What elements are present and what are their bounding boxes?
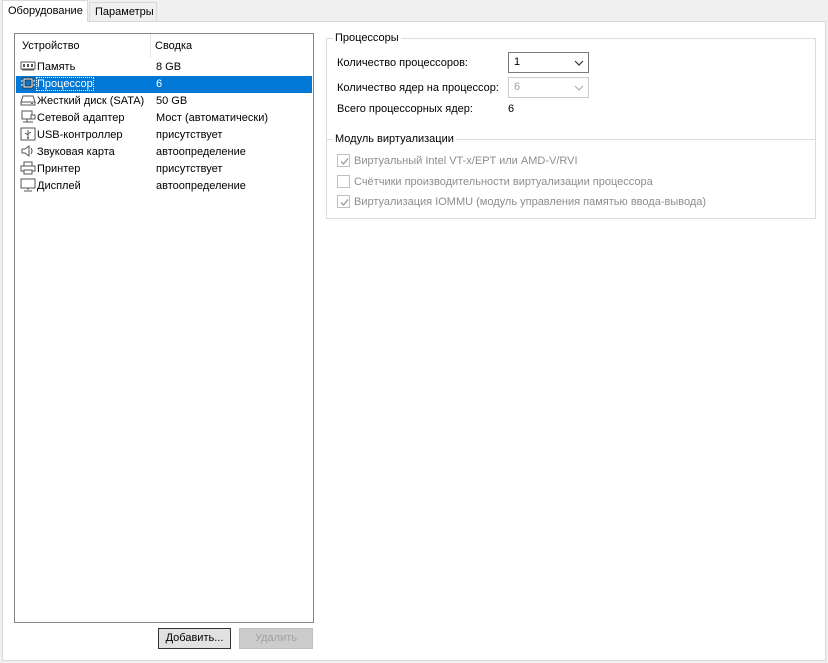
device-row-network-adapter[interactable]: Сетевой адаптер Мост (автоматически) <box>16 110 312 127</box>
device-cell: USB-контроллер <box>20 127 123 144</box>
cores-per-processor-value: 6 <box>514 81 521 93</box>
num-processors-select[interactable]: 1 <box>508 52 589 73</box>
device-list[interactable]: Устройство Сводка Память 8 GB Процессор … <box>14 33 314 623</box>
column-header-device[interactable]: Устройство <box>22 40 80 52</box>
tab-hardware[interactable]: Оборудование <box>2 0 88 22</box>
hard-disk-icon <box>20 93 36 107</box>
total-cores-label: Всего процессорных ядер: <box>337 103 473 115</box>
device-name: Принтер <box>37 163 81 175</box>
device-summary: автоопределение <box>156 146 246 158</box>
device-cell: Жесткий диск (SATA) <box>20 93 144 110</box>
device-row-memory[interactable]: Память 8 GB <box>16 59 312 76</box>
num-processors-value: 1 <box>514 56 521 68</box>
checkbox-unchecked-icon <box>337 175 350 188</box>
checkbox-checked-icon <box>337 195 350 208</box>
device-row-usb-controller[interactable]: USB-контроллер присутствует <box>16 127 312 144</box>
chevron-down-icon <box>574 82 584 94</box>
processors-group: Процессоры Количество процессоров: 1 Кол… <box>326 32 816 147</box>
device-list-header: Устройство Сводка <box>15 34 313 58</box>
cores-per-processor-select[interactable]: 6 <box>508 77 589 98</box>
device-cell: Память <box>20 59 75 76</box>
tab-options[interactable]: Параметры <box>89 2 157 21</box>
memory-icon <box>20 59 36 73</box>
perf-counters-checkbox[interactable]: Счётчики производительности виртуализаци… <box>337 175 653 189</box>
chevron-down-icon <box>574 57 584 69</box>
monitor-icon <box>20 178 36 192</box>
cores-per-processor-label: Количество ядер на процессор: <box>337 82 499 94</box>
virtualization-group: Модуль виртуализации Виртуальный Intel V… <box>326 133 816 219</box>
device-cell: Дисплей <box>20 178 81 195</box>
printer-icon <box>20 161 36 175</box>
num-processors-label: Количество процессоров: <box>337 57 468 69</box>
checkbox-checked-icon <box>337 154 350 167</box>
device-summary: 8 GB <box>156 61 182 73</box>
total-cores-value: 6 <box>508 103 515 115</box>
device-summary: 6 <box>156 76 163 93</box>
device-cell: Принтер <box>20 161 80 178</box>
device-name: Процессор <box>36 77 94 91</box>
add-device-button[interactable]: Добавить... <box>158 628 231 649</box>
device-summary: 50 GB <box>156 95 188 107</box>
device-summary: присутствует <box>156 129 223 141</box>
column-header-summary[interactable]: Сводка <box>155 40 192 52</box>
remove-device-button[interactable]: Удалить <box>239 628 313 649</box>
device-name: Сетевой адаптер <box>37 112 125 124</box>
device-summary: Мост (автоматически) <box>156 112 269 124</box>
device-row-processor[interactable]: Процессор 6 <box>16 76 312 93</box>
perf-counters-label: Счётчики производительности виртуализаци… <box>354 176 653 188</box>
vt-x-label: Виртуальный Intel VT-x/EPT или AMD-V/RVI <box>354 155 578 167</box>
device-row-sound-card[interactable]: Звуковая карта автоопределение <box>16 144 312 161</box>
usb-icon <box>20 127 36 141</box>
device-row-printer[interactable]: Принтер присутствует <box>16 161 312 178</box>
iommu-label: Виртуализация IOMMU (модуль управления п… <box>354 196 707 208</box>
tab-bar: Оборудование Параметры <box>0 0 828 22</box>
cpu-icon <box>20 76 36 90</box>
iommu-checkbox[interactable]: Виртуализация IOMMU (модуль управления п… <box>337 195 706 209</box>
device-cell: Процессор <box>20 76 94 93</box>
virtualization-group-title: Модуль виртуализации <box>333 133 456 146</box>
speaker-icon <box>20 144 36 158</box>
device-name: Звуковая карта <box>37 146 115 158</box>
device-row-display[interactable]: Дисплей автоопределение <box>16 178 312 195</box>
device-name: Память <box>37 61 76 73</box>
device-name: USB-контроллер <box>37 129 123 141</box>
device-row-hard-disk[interactable]: Жесткий диск (SATA) 50 GB <box>16 93 312 110</box>
network-adapter-icon <box>20 110 36 124</box>
device-cell: Сетевой адаптер <box>20 110 125 127</box>
device-name: Дисплей <box>37 180 81 192</box>
device-name: Жесткий диск (SATA) <box>37 95 145 107</box>
column-divider[interactable] <box>150 34 151 58</box>
device-cell: Звуковая карта <box>20 144 115 161</box>
vt-x-checkbox[interactable]: Виртуальный Intel VT-x/EPT или AMD-V/RVI <box>337 154 578 168</box>
processors-group-title: Процессоры <box>333 32 401 45</box>
hardware-panel: Устройство Сводка Память 8 GB Процессор … <box>2 21 826 661</box>
device-summary: автоопределение <box>156 180 246 192</box>
device-summary: присутствует <box>156 163 223 175</box>
